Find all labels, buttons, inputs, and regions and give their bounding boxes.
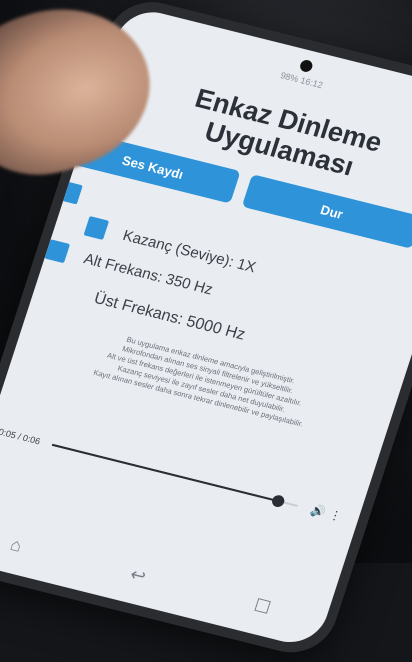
checkbox[interactable] [57,180,83,205]
low-freq-checkbox[interactable] [44,239,71,264]
home-icon[interactable]: ⌂ [7,534,25,557]
player-time: 0:05 / 0:06 [0,426,42,447]
more-vert-icon[interactable]: ⋮ [325,507,347,525]
info-line: Alt ve üst frekans değerleri ile istenme… [106,350,304,408]
seek-bar[interactable] [51,443,298,509]
recent-apps-icon[interactable]: ☐ [251,595,274,619]
front-camera [298,58,314,74]
back-icon[interactable]: ↩ [127,564,149,588]
audio-player: 0:05 / 0:06 🔊 ⋮ [0,417,349,532]
seek-knob[interactable] [270,493,286,509]
gain-checkbox[interactable] [83,216,110,240]
photo-background: 98% 16:12 Enkaz Dinleme Uygulaması Ses K… [0,0,412,662]
setting-row-empty[interactable] [57,180,100,209]
system-nav-bar: ⌂ ↩ ☐ [0,521,328,633]
seek-bar-fill [51,443,279,502]
